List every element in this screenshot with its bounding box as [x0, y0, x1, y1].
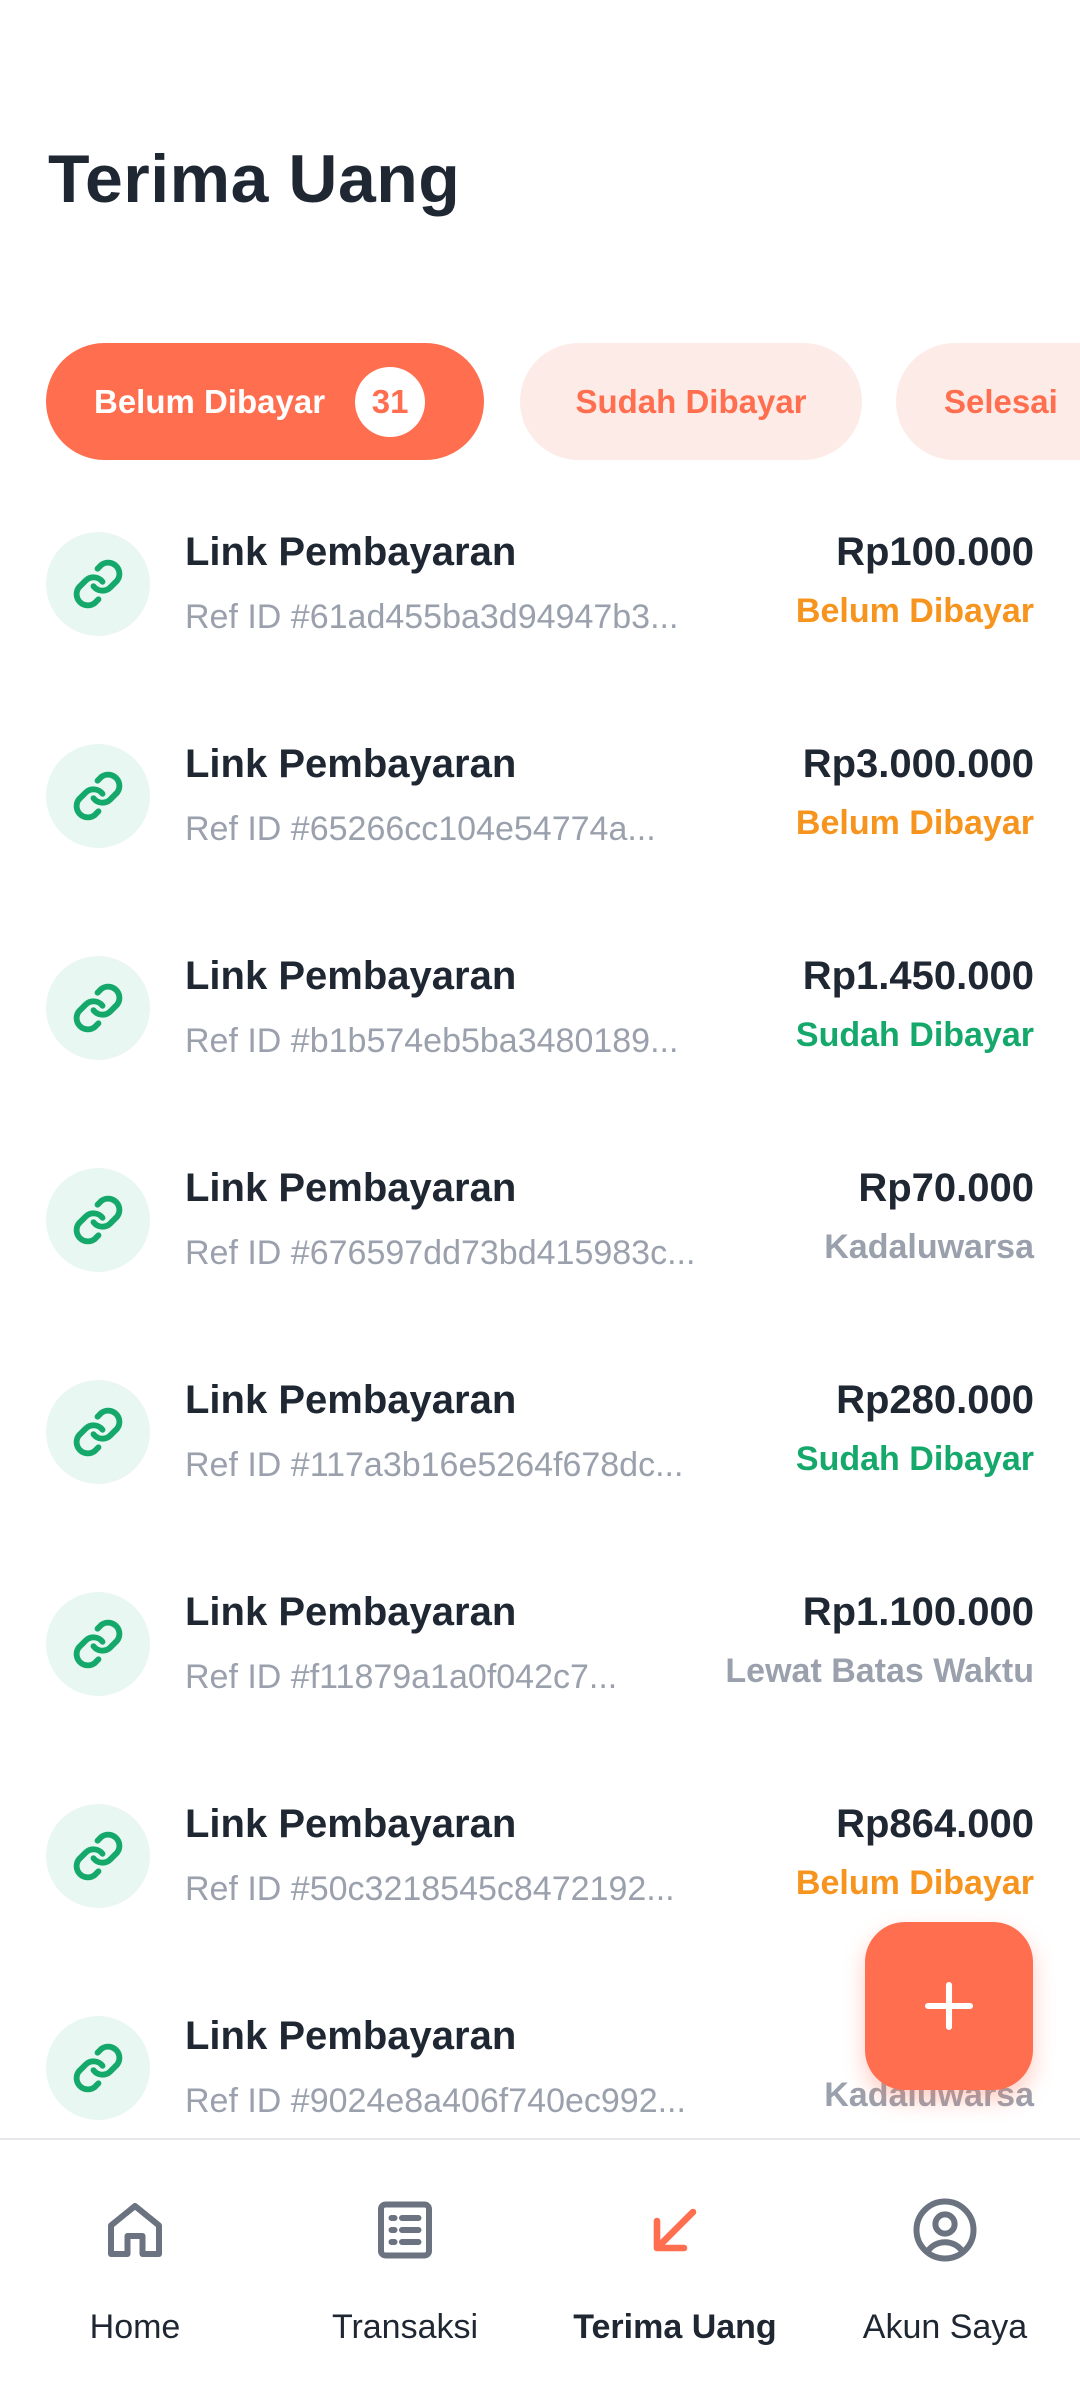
item-ref-id: Ref ID #65266cc104e54774a...	[185, 810, 656, 848]
status-label: Belum Dibayar	[795, 592, 1034, 630]
item-title: Link Pembayaran	[185, 742, 517, 786]
count-badge: 31	[355, 366, 426, 437]
item-ref-id: Ref ID #50c3218545c8472192...	[185, 1870, 675, 1908]
nav-label: Transaksi	[331, 2308, 479, 2346]
tab-label: Selesai	[944, 382, 1058, 420]
item-ref-id: Ref ID #9024e8a406f740ec992...	[185, 2082, 686, 2120]
nav-item-terima-uang[interactable]: Terima Uang	[540, 2140, 810, 2402]
list-item[interactable]: Link Pembayaran Ref ID #f11879a1a0f042c7…	[0, 1560, 1080, 1772]
link-icon	[46, 956, 150, 1060]
list-item[interactable]: Link Pembayaran Ref ID #b1b574eb5ba34801…	[0, 924, 1080, 1136]
status-label: Sudah Dibayar	[795, 1016, 1034, 1054]
item-ref-id: Ref ID #117a3b16e5264f678dc...	[185, 1446, 684, 1484]
status-label: Sudah Dibayar	[795, 1440, 1034, 1478]
nav-item-transaksi[interactable]: Transaksi	[270, 2140, 540, 2402]
item-title: Link Pembayaran	[185, 1166, 517, 1210]
item-ref-id: Ref ID #61ad455ba3d94947b3...	[185, 598, 679, 636]
bottom-navigation: Home Transaksi Terima Uang Akun Saya	[0, 2138, 1080, 2402]
list-item[interactable]: Link Pembayaran Ref ID #61ad455ba3d94947…	[0, 500, 1080, 712]
list-icon	[378, 2201, 432, 2259]
nav-label: Akun Saya	[862, 2308, 1028, 2346]
item-title: Link Pembayaran	[185, 1590, 517, 1634]
link-icon	[46, 744, 150, 848]
tab-label: Sudah Dibayar	[575, 382, 807, 420]
item-ref-id: Ref ID #676597dd73bd415983c...	[185, 1234, 696, 1272]
item-amount: Rp280.000	[836, 1378, 1034, 1422]
tab-selesai[interactable]: Selesai	[896, 343, 1080, 460]
link-icon	[46, 1592, 150, 1696]
add-payment-link-button[interactable]	[865, 1922, 1033, 2090]
status-label: Belum Dibayar	[795, 1864, 1034, 1902]
item-amount: Rp864.000	[836, 1802, 1034, 1846]
item-amount: Rp1.100.000	[802, 1590, 1034, 1634]
status-tabs: Belum Dibayar 31 Sudah Dibayar Selesai	[46, 343, 1080, 460]
nav-item-akun-saya[interactable]: Akun Saya	[810, 2140, 1080, 2402]
item-amount: Rp1.450.000	[802, 954, 1034, 998]
link-icon	[46, 1168, 150, 1272]
item-title: Link Pembayaran	[185, 954, 517, 998]
item-amount: Rp70.000	[858, 1166, 1034, 1210]
status-label: Lewat Batas Waktu	[725, 1652, 1034, 1690]
item-title: Link Pembayaran	[185, 530, 517, 574]
status-label: Kadaluwarsa	[824, 1228, 1034, 1266]
item-amount: Rp3.000.000	[802, 742, 1034, 786]
nav-label: Terima Uang	[573, 2308, 777, 2346]
item-ref-id: Ref ID #f11879a1a0f042c7...	[185, 1658, 618, 1696]
link-icon	[46, 2016, 150, 2120]
tab-label: Belum Dibayar	[94, 382, 326, 420]
tab-sudah-dibayar[interactable]: Sudah Dibayar	[520, 343, 862, 460]
item-amount: Rp100.000	[836, 530, 1034, 574]
plus-icon	[924, 1981, 974, 2031]
item-title: Link Pembayaran	[185, 2014, 517, 2058]
user-circle-icon	[913, 2198, 977, 2262]
tab-belum-dibayar[interactable]: Belum Dibayar 31	[46, 343, 484, 460]
item-title: Link Pembayaran	[185, 1378, 517, 1422]
arrow-down-left-icon	[653, 2208, 697, 2252]
list-item[interactable]: Link Pembayaran Ref ID #117a3b16e5264f67…	[0, 1348, 1080, 1560]
list-item[interactable]: Link Pembayaran Ref ID #676597dd73bd4159…	[0, 1136, 1080, 1348]
home-icon	[108, 2203, 162, 2257]
page-title: Terima Uang	[48, 141, 461, 217]
item-title: Link Pembayaran	[185, 1802, 517, 1846]
link-icon	[46, 1804, 150, 1908]
nav-label: Home	[89, 2308, 181, 2346]
list-item[interactable]: Link Pembayaran Ref ID #65266cc104e54774…	[0, 712, 1080, 924]
nav-item-home[interactable]: Home	[0, 2140, 270, 2402]
link-icon	[46, 1380, 150, 1484]
link-icon	[46, 532, 150, 636]
status-label: Belum Dibayar	[795, 804, 1034, 842]
item-ref-id: Ref ID #b1b574eb5ba3480189...	[185, 1022, 679, 1060]
